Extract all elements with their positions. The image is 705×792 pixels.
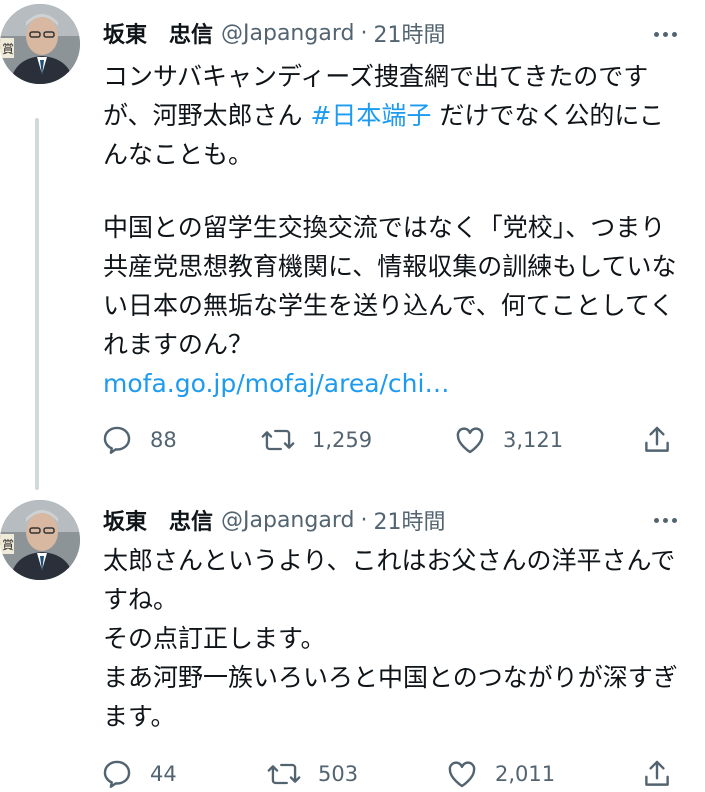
- tweet-timestamp[interactable]: 21時間: [373, 17, 445, 49]
- reply-icon: [103, 426, 131, 454]
- avatar[interactable]: 賞: [0, 4, 80, 84]
- retweet-count: 503: [318, 762, 359, 786]
- more-icon: [653, 517, 659, 523]
- tweet[interactable]: 賞 坂東 忠信 @Japangard · 21時間 太郎さんというより、これはお…: [0, 470, 705, 790]
- more-options-button[interactable]: [647, 22, 683, 46]
- retweet-icon: [267, 763, 301, 785]
- like-count: 2,011: [495, 762, 556, 786]
- avatar-photo: 賞: [0, 500, 80, 580]
- hashtag-link[interactable]: #日本端子: [310, 101, 431, 130]
- reply-button[interactable]: 88: [100, 422, 177, 458]
- retweet-count: 1,259: [312, 428, 373, 452]
- like-button[interactable]: 3,121: [453, 422, 563, 458]
- tweet-actions: 44 503 2,011: [100, 756, 680, 792]
- tweet-actions: 88 1,259 3,121: [100, 422, 680, 458]
- tweet-text-main: 中国との留学生交換交流ではなく「党校」、つまり共産党思想教育機関に、情報収集の訓…: [103, 213, 677, 359]
- more-options-button[interactable]: [647, 508, 683, 532]
- avatar-photo: 賞: [0, 4, 80, 84]
- retweet-button[interactable]: 503: [266, 756, 358, 792]
- tweet-header: 坂東 忠信 @Japangard · 21時間: [103, 504, 445, 536]
- avatar[interactable]: 賞: [0, 500, 80, 580]
- author-name[interactable]: 坂東 忠信: [103, 504, 213, 536]
- reply-icon: [103, 760, 131, 788]
- like-icon: [448, 761, 476, 788]
- avatar-badge-text: 賞: [2, 538, 14, 552]
- tweet-timestamp[interactable]: 21時間: [373, 504, 445, 536]
- like-button[interactable]: 2,011: [445, 756, 555, 792]
- reply-button[interactable]: 44: [100, 756, 177, 792]
- tweet[interactable]: 賞 坂東 忠信 @Japangard · 21時間 コンサバキャンディーズ捜査網…: [0, 0, 705, 490]
- author-handle[interactable]: @Japangard: [221, 508, 354, 533]
- tweet-header: 坂東 忠信 @Japangard · 21時間: [103, 17, 445, 49]
- avatar-badge-text: 賞: [2, 42, 14, 56]
- thread-connector-line: [35, 118, 39, 490]
- retweet-button[interactable]: 1,259: [260, 422, 372, 458]
- header-separator: ·: [360, 20, 368, 46]
- share-button[interactable]: [640, 756, 674, 792]
- reply-count: 44: [150, 762, 177, 786]
- share-button[interactable]: [640, 422, 674, 458]
- share-icon: [645, 426, 669, 452]
- external-link[interactable]: mofa.go.jp/mofaj/area/chi…: [103, 364, 683, 403]
- author-name[interactable]: 坂東 忠信: [103, 17, 213, 49]
- retweet-icon: [261, 429, 295, 451]
- like-icon: [456, 427, 484, 454]
- author-handle[interactable]: @Japangard: [221, 21, 354, 46]
- header-separator: ·: [360, 507, 368, 533]
- like-count: 3,121: [503, 428, 564, 452]
- tweet-text: コンサバキャンディーズ捜査網で出てきたのですが、河野太郎さん #日本端子 だけで…: [103, 57, 683, 174]
- share-icon: [645, 760, 669, 786]
- more-icon: [653, 31, 659, 37]
- tweet-text-paragraph: 中国との留学生交換交流ではなく「党校」、つまり共産党思想教育機関に、情報収集の訓…: [103, 208, 683, 364]
- tweet-text: 太郎さんというより、これはお父さんの洋平さんですね。 その点訂正します。 まあ河…: [103, 546, 678, 731]
- reply-count: 88: [150, 428, 177, 452]
